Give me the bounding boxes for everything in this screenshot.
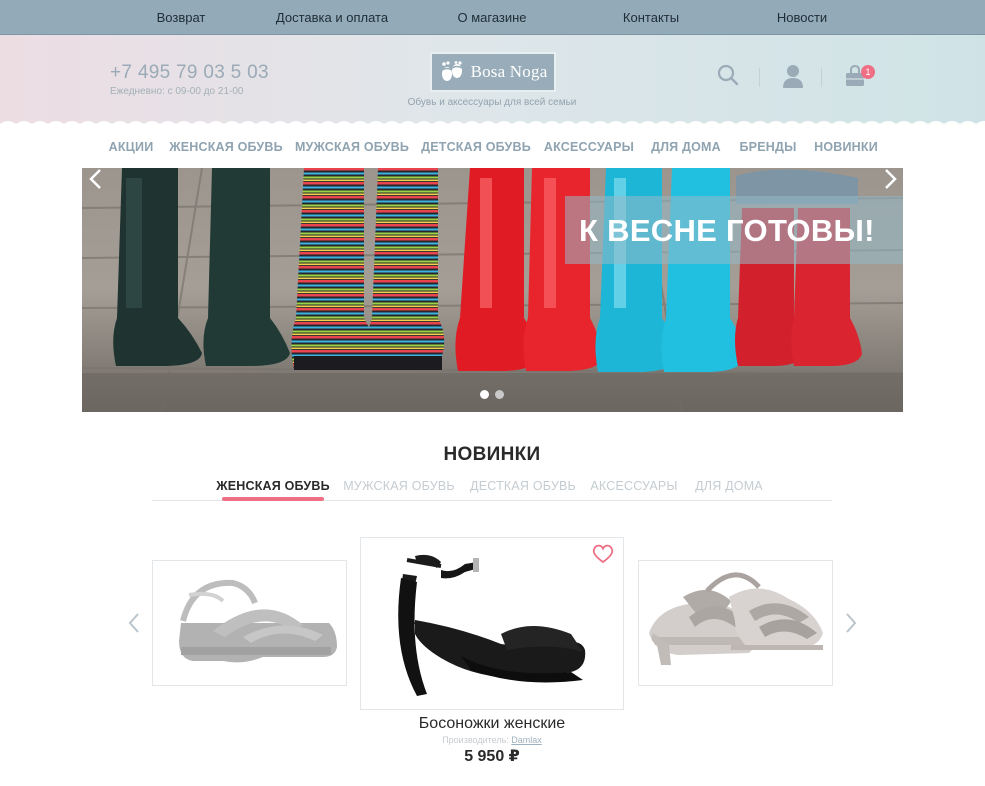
phone-number[interactable]: +7 495 79 03 5 03 [110, 62, 269, 84]
top-bar: Возврат Доставка и оплата О магазине Кон… [0, 0, 985, 35]
manufacturer-label: Производитель: [442, 735, 509, 745]
chevron-right-icon[interactable] [844, 612, 858, 634]
product-card-right[interactable] [638, 560, 833, 686]
jeweled-sandal-image [649, 572, 823, 665]
user-icon[interactable] [782, 64, 804, 88]
footprint-logo-icon [441, 61, 462, 81]
nav-item-women[interactable]: ЖЕНСКАЯ ОБУВЬ [169, 140, 283, 154]
product-price: 5 950 ₽ [464, 748, 520, 765]
header-separator [759, 68, 760, 87]
topnav-link-news[interactable]: Новости [777, 10, 827, 25]
topnav-link-delivery[interactable]: Доставка и оплата [276, 10, 388, 25]
site-logo[interactable]: Bosa Noga [430, 52, 556, 92]
section-title: НОВИНКИ [443, 444, 541, 465]
nav-item-home[interactable]: ДЛЯ ДОМА [651, 140, 721, 154]
search-icon[interactable] [717, 64, 739, 86]
active-tab-indicator [222, 497, 324, 501]
product-name[interactable]: Босоножки женские [419, 715, 565, 733]
banner-caption-box: К ВЕСНЕ ГОТОВЫ! [565, 196, 903, 264]
product-card-left[interactable] [152, 560, 347, 686]
chevron-left-icon[interactable] [87, 168, 105, 190]
working-hours: Ежедневно: с 09-00 до 21-00 [110, 86, 244, 97]
header-separator [821, 68, 822, 87]
tab-kids[interactable]: ДЕСТКАЯ ОБУВЬ [470, 479, 576, 493]
heart-favorite-icon[interactable] [592, 544, 614, 564]
logo-tagline: Обувь и аксессуары для всей семьи [407, 97, 577, 108]
chevron-left-icon[interactable] [127, 612, 141, 634]
header-wave-divider [0, 121, 985, 129]
product-card-featured[interactable] [360, 537, 624, 710]
slider-dot[interactable] [495, 390, 504, 399]
nav-item-kids[interactable]: ДЕТСКАЯ ОБУВЬ [421, 140, 531, 154]
chevron-right-icon[interactable] [881, 168, 899, 190]
logo-text: Bosa Noga [470, 62, 548, 81]
tab-home[interactable]: ДЛЯ ДОМА [695, 479, 763, 493]
main-navigation: АКЦИИ ЖЕНСКАЯ ОБУВЬ МУЖСКАЯ ОБУВЬ ДЕТСКА… [0, 140, 985, 156]
topnav-link-about[interactable]: О магазине [457, 10, 526, 25]
slider-dot-active[interactable] [480, 390, 489, 399]
topnav-link-returns[interactable]: Возврат [157, 10, 206, 25]
nav-item-brands[interactable]: БРЕНДЫ [739, 140, 796, 154]
tab-men[interactable]: МУЖСКАЯ ОБУВЬ [343, 479, 455, 493]
wedge-sandal-image [179, 579, 337, 663]
nav-item-men[interactable]: МУЖСКАЯ ОБУВЬ [295, 140, 409, 154]
manufacturer-link[interactable]: Damlax [511, 735, 542, 745]
product-manufacturer: Производитель: Damlax [442, 735, 542, 745]
hero-banner: К ВЕСНЕ ГОТОВЫ! [82, 168, 903, 412]
tab-women[interactable]: ЖЕНСКАЯ ОБУВЬ [216, 479, 330, 493]
nav-item-sales[interactable]: АКЦИИ [109, 140, 154, 154]
nav-item-accessories[interactable]: АКСЕССУАРЫ [544, 140, 634, 154]
tab-accessories[interactable]: АКСЕССУАРЫ [590, 479, 677, 493]
banner-caption: К ВЕСНЕ ГОТОВЫ! [579, 213, 875, 248]
nav-item-new[interactable]: НОВИНКИ [814, 140, 878, 154]
platform-heel-sandal-image [398, 554, 586, 696]
cart-count-badge: 1 [861, 65, 875, 79]
topnav-link-contacts[interactable]: Контакты [623, 10, 679, 25]
